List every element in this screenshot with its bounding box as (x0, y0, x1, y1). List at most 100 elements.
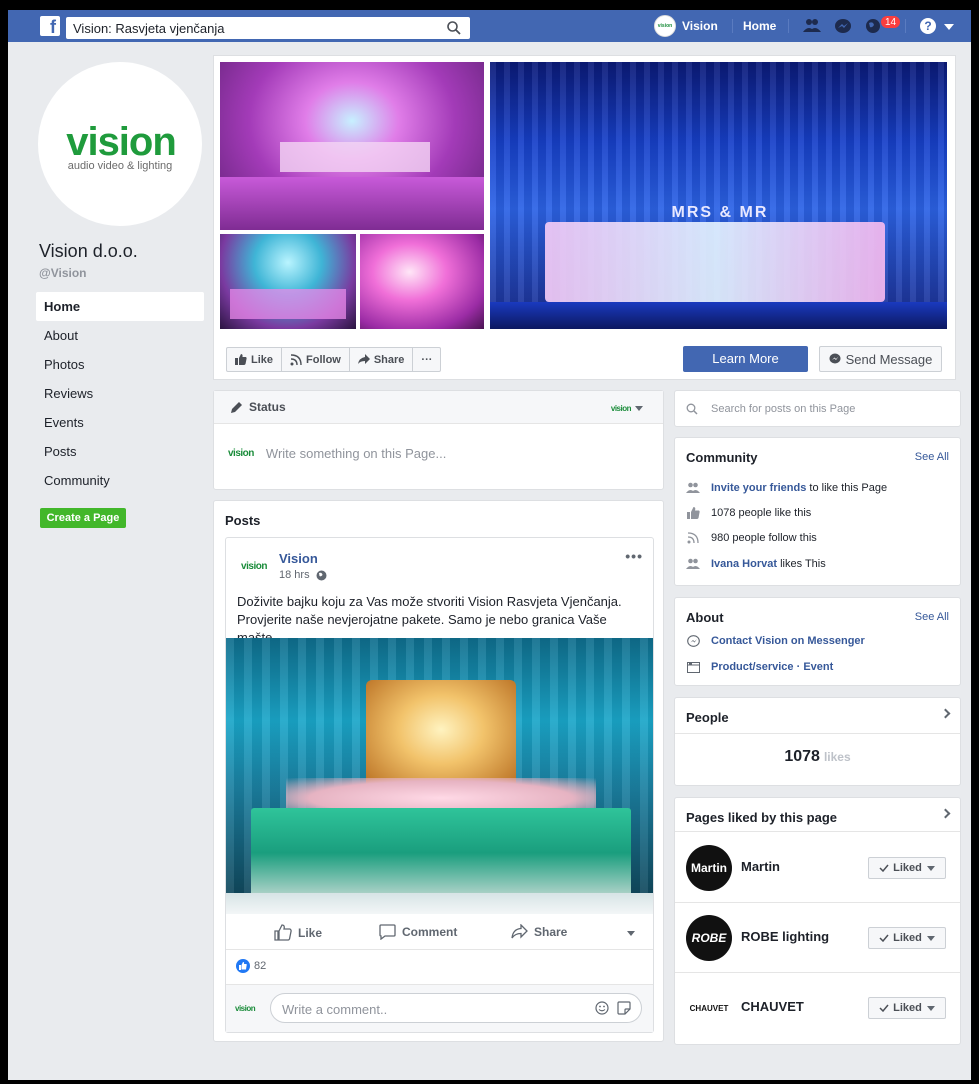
chevron-down-icon[interactable] (627, 931, 635, 936)
chevron-right-icon (940, 808, 951, 819)
sticker-icon[interactable] (617, 1001, 631, 1015)
friend-likes-row: Ivana Horvat likes This (686, 557, 826, 571)
people-box: People 1078 likes (674, 697, 961, 786)
facebook-logo-icon[interactable]: f (40, 16, 60, 36)
sidebar-item-posts[interactable]: Posts (36, 437, 204, 466)
liked-page-name[interactable]: Martin (741, 859, 780, 874)
about-title: About (686, 610, 724, 625)
page-more-options-button[interactable]: ··· (413, 348, 440, 371)
cover-photo-main-stage[interactable]: MRS & MR (490, 62, 947, 329)
page-title[interactable]: Vision d.o.o. (39, 241, 138, 262)
likes-number: 1078 (784, 748, 820, 765)
post-author-name[interactable]: Vision (279, 551, 318, 566)
sidebar-item-photos[interactable]: Photos (36, 350, 204, 379)
page-share-button[interactable]: Share (350, 348, 414, 371)
status-input-row[interactable]: vision Write something on this Page... (228, 446, 446, 461)
create-page-button[interactable]: Create a Page (40, 508, 126, 528)
post-reactions[interactable]: 82 (236, 959, 266, 973)
people-header[interactable]: People (675, 698, 960, 734)
home-link[interactable]: Home (743, 19, 776, 33)
mrs-mr-sign: MRS & MR (671, 204, 769, 221)
post-as-selector[interactable]: vision (611, 404, 643, 413)
cover-photo-flowers[interactable] (360, 234, 484, 329)
post-share-button[interactable]: Share (511, 924, 567, 939)
comment-input-tools (595, 1001, 631, 1015)
pages-liked-box: Pages liked by this page Martin Martin L… (674, 797, 961, 1045)
post-photo[interactable] (226, 638, 653, 914)
sidebar-item-community[interactable]: Community (36, 466, 204, 495)
people-title: People (686, 710, 729, 725)
post-share-label: Share (534, 924, 568, 939)
category-link[interactable]: Product/service · Event (711, 661, 833, 673)
friend-name-link[interactable]: Ivana Horvat (711, 558, 777, 570)
liked-toggle-button[interactable]: Liked (868, 927, 946, 949)
sidebar-item-home[interactable]: Home (36, 292, 204, 321)
people-likes-count[interactable]: 1078 likes (675, 748, 960, 766)
post-options-icon[interactable]: ••• (625, 548, 643, 564)
cover-photo-hall-pink[interactable] (220, 62, 484, 230)
invite-friends-row: Invite your friends to like this Page (686, 481, 887, 495)
liked-page-name[interactable]: ROBE lighting (741, 929, 829, 944)
page-action-bar: Like Follow Share ··· Learn More Send Me… (214, 339, 955, 379)
post-timestamp[interactable]: 18 hrs (279, 569, 327, 581)
pages-liked-header[interactable]: Pages liked by this page (675, 798, 960, 832)
help-icon[interactable]: ? (920, 18, 936, 34)
send-message-button[interactable]: Send Message (819, 346, 942, 372)
liked-toggle-button[interactable]: Liked (868, 997, 946, 1019)
page-username[interactable]: @Vision (39, 266, 87, 280)
sidebar-item-reviews[interactable]: Reviews (36, 379, 204, 408)
status-input-placeholder[interactable]: Write something on this Page... (266, 446, 446, 461)
status-composer: Status vision vision Write something on … (213, 390, 664, 490)
friend-requests-icon[interactable] (803, 18, 821, 34)
page-likes-row: 1078 people like this (686, 506, 811, 520)
profile-link[interactable]: vision Vision (654, 15, 718, 37)
chevron-down-icon (926, 865, 935, 871)
search-icon[interactable] (446, 20, 462, 36)
page-follow-button[interactable]: Follow (282, 348, 350, 371)
liked-page-name[interactable]: CHAUVET (741, 999, 804, 1014)
composer-avatar: vision (228, 448, 254, 459)
post-comment-button[interactable]: Comment (379, 924, 457, 940)
post-as-avatar: vision (610, 404, 632, 413)
community-see-all-link[interactable]: See All (915, 451, 949, 463)
learn-more-button[interactable]: Learn More (683, 346, 808, 372)
vision-logo-wordmark: vision (66, 120, 177, 164)
posts-section: Posts vision Vision 18 hrs ••• Doživite … (213, 500, 664, 1042)
liked-page-item: CHAUVET CHAUVET Liked (675, 973, 960, 1043)
cover-photo-head-table[interactable] (220, 234, 356, 329)
invite-friends-link[interactable]: Invite your friends (711, 482, 806, 494)
robe-logo[interactable]: ROBE (686, 915, 732, 961)
checkmark-icon (879, 1004, 889, 1012)
share-arrow-icon (357, 354, 370, 364)
post-like-button[interactable]: Like (274, 924, 322, 941)
page-profile-picture[interactable]: vision audio video & lighting (38, 62, 202, 226)
about-see-all-link[interactable]: See All (915, 611, 949, 623)
comment-composer: vision Write a comment.. (226, 984, 653, 1032)
community-title: Community (686, 450, 758, 465)
notification-badge: 14 (880, 15, 902, 29)
likes-label: likes (823, 750, 851, 764)
sidebar-item-events[interactable]: Events (36, 408, 204, 437)
liked-toggle-button[interactable]: Liked (868, 857, 946, 879)
messenger-bubble-icon (829, 353, 841, 364)
global-search-input[interactable]: Vision: Rasvjeta vjenčanja (66, 17, 470, 39)
like-reaction-icon (236, 959, 250, 973)
page-like-button[interactable]: Like (227, 348, 283, 371)
post-author-avatar[interactable]: vision (237, 554, 271, 578)
status-tab[interactable]: Status vision (214, 391, 663, 424)
page-posts-search[interactable]: Search for posts on this Page (674, 390, 961, 427)
sidebar-item-about[interactable]: About (36, 321, 204, 350)
liked-label: Liked (893, 1002, 922, 1014)
comment-input[interactable]: Write a comment.. (270, 993, 642, 1023)
chauvet-logo[interactable]: CHAUVET (686, 985, 732, 1031)
contact-messenger-link[interactable]: Contact Vision on Messenger (711, 635, 865, 647)
share-outline-icon (511, 924, 528, 939)
emoji-icon[interactable] (595, 1001, 609, 1015)
martin-logo[interactable]: Martin (686, 845, 732, 891)
about-box: About See All Contact Vision on Messenge… (674, 597, 961, 686)
account-menu-caret-icon[interactable] (944, 24, 954, 30)
messenger-icon[interactable] (834, 18, 852, 34)
search-posts-placeholder: Search for posts on this Page (711, 403, 856, 415)
cover-photo-collage: MRS & MR Like Follow Share ··· Learn Mor… (213, 55, 956, 380)
friend-likes-text: likes This (777, 558, 826, 570)
